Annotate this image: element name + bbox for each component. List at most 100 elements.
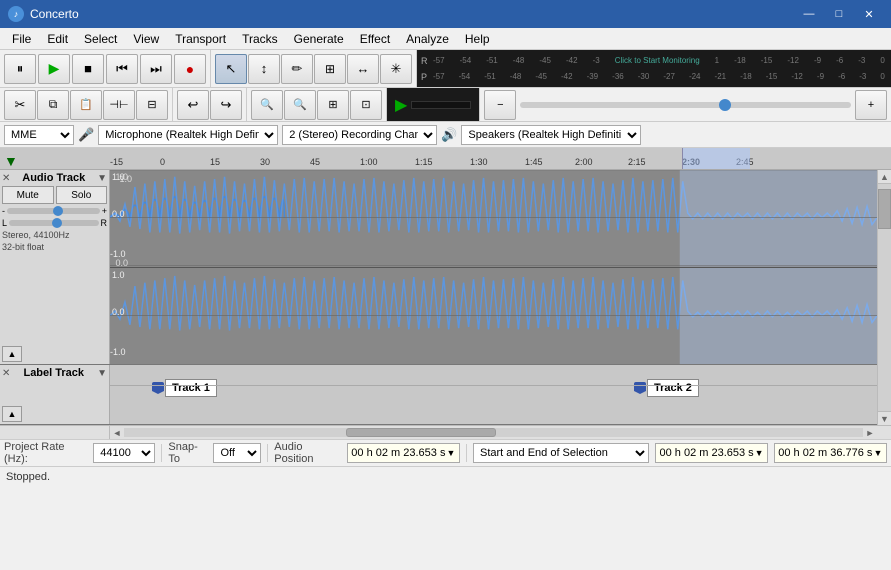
hscroll-right[interactable]: ► [863,426,877,440]
time2-input[interactable]: 00 h 02 m 23.653 s ▼ [655,443,768,463]
label-track-header-row: ✕ Label Track ▼ [2,367,107,379]
prev-button[interactable]: ⏮ [106,54,138,84]
menu-file[interactable]: File [4,28,39,49]
menu-bar: File Edit Select View Transport Tracks G… [0,28,891,50]
redo-button[interactable]: ↪ [210,90,242,120]
channels-select[interactable]: 2 (Stereo) Recording Channels [282,125,437,145]
toolbar-row2: ✂ ⧉ 📋 ⊣⊢ ⊟ ↩ ↪ 🔍 🔍 ⊞ ⊡ ▶ − + [0,88,891,122]
timeline-arrow[interactable]: ▼ [4,153,18,169]
track-label-2[interactable]: Track 2 [634,379,699,397]
next-button[interactable]: ⏭ [140,54,172,84]
snap-to-label: Snap-To [168,441,207,465]
hscroll-thumb[interactable] [346,428,496,437]
project-rate-select[interactable]: 44100 [93,443,155,463]
record-meter[interactable]: R -57-54-51-48-45-42-3 Click to Start Mo… [417,50,891,87]
menu-transport[interactable]: Transport [167,28,234,49]
menu-analyze[interactable]: Analyze [398,28,457,49]
track-collapse-btn[interactable]: ▲ [2,346,22,362]
stop-button[interactable]: ■ [72,54,104,84]
undo-section: ↩ ↪ [173,88,247,122]
mute-button[interactable]: Mute [2,186,54,204]
zoom-fit-v-button[interactable]: ⊡ [350,90,382,120]
track-label-1[interactable]: Track 1 [152,379,217,397]
play-meter-button[interactable]: ▶ [395,95,407,115]
copy-button[interactable]: ⧉ [37,90,69,120]
record-button[interactable]: ● [174,54,206,84]
hscroll-left[interactable]: ◄ [110,426,124,440]
label-track-content: Track 1 Track 2 [110,365,877,424]
scale-label-b1: 1.0 [112,270,125,280]
time1-dropdown[interactable]: ▼ [446,448,455,458]
label-track-close[interactable]: ✕ [2,368,10,379]
vscroll-up[interactable]: ▲ [878,170,891,184]
close-button[interactable]: ✕ [855,4,883,24]
play-button[interactable]: ▶ [38,54,70,84]
time2-dropdown[interactable]: ▼ [755,448,764,458]
gain-minus: - [2,206,5,216]
zoom-slider-section: − + [480,88,891,122]
zoom-out-button[interactable]: 🔍 [284,90,316,120]
app-icon: ♪ [8,6,24,22]
pause-button[interactable]: ⏸ [4,54,36,84]
meter-row2: P -57-54-51-48-45-42-39-36-30-27-24-21-1… [421,69,887,85]
zoom-slider-thumb[interactable] [719,99,731,111]
silence-button[interactable]: ⊟ [136,90,168,120]
label-collapse-btn[interactable]: ▲ [2,406,22,422]
select-tool-button[interactable]: ↖ [215,54,247,84]
microphone-select[interactable]: Microphone (Realtek High Defini [98,125,278,145]
menu-tracks[interactable]: Tracks [234,28,286,49]
time3-dropdown[interactable]: ▼ [873,448,882,458]
undo-button[interactable]: ↩ [177,90,209,120]
cut-button[interactable]: ✂ [4,90,36,120]
timeshift-tool-button[interactable]: ↔ [347,54,379,84]
waveform-area[interactable]: 1.0 0.0 1.0 [110,170,877,364]
label-track: ✕ Label Track ▼ ▲ Track 1 Track 2 [0,365,877,425]
pan-thumb[interactable] [52,218,62,228]
time3-input[interactable]: 00 h 02 m 36.776 s ▼ [774,443,887,463]
timeline-tick-label: 1:15 [415,157,433,167]
audio-track-dropdown[interactable]: ▼ [97,173,107,184]
menu-effect[interactable]: Effect [352,28,398,49]
paste-button[interactable]: 📋 [70,90,102,120]
speaker-select[interactable]: Speakers (Realtek High Definiti [461,125,641,145]
timeline-tick-label: 0 [160,157,165,167]
menu-edit[interactable]: Edit [39,28,76,49]
menu-generate[interactable]: Generate [286,28,352,49]
click-monitor-label[interactable]: Click to Start Monitoring [615,56,700,65]
minimize-button[interactable]: — [795,4,823,24]
zoom-slider-track[interactable] [520,102,851,108]
envelope-tool-button[interactable]: ↕ [248,54,280,84]
maximize-button[interactable]: □ [825,4,853,24]
label-track-dropdown[interactable]: ▼ [97,368,107,379]
trim-button[interactable]: ⊣⊢ [103,90,135,120]
timeline-selection [682,148,750,169]
solo-button[interactable]: Solo [56,186,108,204]
playback-meter-bar [411,101,471,109]
zoom-tool-button[interactable]: ⊞ [314,54,346,84]
toolbar-row1: ⏸ ▶ ■ ⏮ ⏭ ● ↖ ↕ ✏ ⊞ ↔ ✳ R -57-54-51-48-4… [0,50,891,88]
zoom-out-small[interactable]: − [484,90,516,120]
selection-mode-select[interactable]: Start and End of Selection [473,443,649,463]
draw-tool-button[interactable]: ✏ [281,54,313,84]
track-label-1-pin [152,382,164,394]
timeline-tick-label: 1:00 [360,157,378,167]
audio-track-close[interactable]: ✕ [2,173,10,184]
zoom-in-small[interactable]: + [855,90,887,120]
gain-thumb[interactable] [53,206,63,216]
vscroll-down[interactable]: ▼ [878,411,891,425]
pan-r: R [101,218,108,228]
label-track-bottom: ▲ [2,406,107,422]
zoom-in-button[interactable]: 🔍 [251,90,283,120]
host-select[interactable]: MME [4,125,74,145]
vscroll-thumb[interactable] [878,189,891,229]
menu-view[interactable]: View [125,28,167,49]
audio-pos-input[interactable]: 00 h 02 m 23.653 s ▼ [347,443,460,463]
menu-help[interactable]: Help [457,28,498,49]
snap-to-select[interactable]: Off [213,443,261,463]
gain-slider[interactable] [7,208,100,214]
multitool-button[interactable]: ✳ [380,54,412,84]
hscroll-end-spacer [877,426,891,439]
zoom-fit-h-button[interactable]: ⊞ [317,90,349,120]
pan-slider[interactable] [9,220,98,226]
menu-select[interactable]: Select [76,28,125,49]
